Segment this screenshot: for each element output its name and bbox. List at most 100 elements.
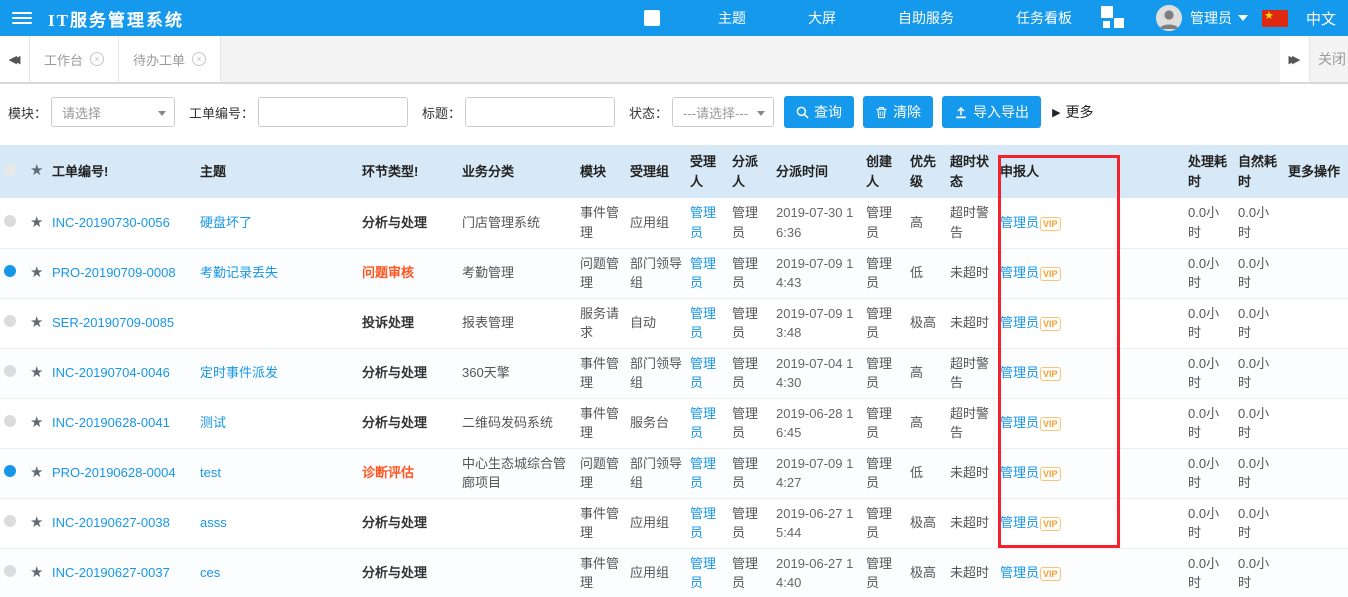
status-select[interactable]: ---请选择--- (672, 97, 774, 127)
header-module[interactable]: 模块 (576, 145, 626, 198)
nav-self-service[interactable]: 自助服务 (898, 8, 954, 28)
reporter-link[interactable]: 管理员 (1000, 315, 1039, 330)
table-row: ★PRO-20190628-0004test诊断评估中心生态城综合管廊项目问题管… (0, 448, 1348, 498)
subject-link[interactable]: 定时事件派发 (200, 365, 278, 380)
reporter-link[interactable]: 管理员 (1000, 515, 1039, 530)
theme-swatch-icon[interactable] (644, 10, 660, 26)
header-natural-time[interactable]: 自然耗时 (1234, 145, 1284, 198)
more-triangle-icon: ▶ (1052, 106, 1060, 119)
order-no-link[interactable]: INC-20190704-0046 (52, 365, 170, 380)
title-input[interactable] (465, 97, 615, 127)
clear-button[interactable]: 清除 (863, 96, 933, 128)
header-spacer (1120, 145, 1184, 198)
star-icon[interactable]: ★ (30, 464, 43, 481)
star-icon[interactable]: ★ (30, 514, 43, 531)
spacer-cell (1120, 198, 1184, 248)
subject-link[interactable]: 考勤记录丢失 (200, 265, 278, 280)
dispatcher-cell: 管理员 (728, 448, 772, 498)
handler-link[interactable]: 管理员 (690, 306, 716, 341)
order-no-link[interactable]: PRO-20190628-0004 (52, 465, 176, 480)
subject-link[interactable]: test (200, 465, 221, 480)
order-no-link[interactable]: INC-20190628-0041 (52, 415, 170, 430)
ticket-table-wrap: ★ 工单编号! 主题 环节类型! 业务分类 模块 受理组 受理人 分派人 分派时… (0, 145, 1348, 597)
handler-link[interactable]: 管理员 (690, 406, 716, 441)
reporter-link[interactable]: 管理员 (1000, 365, 1039, 380)
tabs-scroll-left-icon[interactable]: ◀◀ (0, 36, 30, 82)
header-process-time[interactable]: 处理耗时 (1184, 145, 1234, 198)
orderno-input[interactable] (258, 97, 408, 127)
nav-task-board[interactable]: 任务看板 (1016, 8, 1072, 28)
handler-link[interactable]: 管理员 (690, 205, 716, 240)
more-filters-toggle[interactable]: ▶ 更多 (1052, 102, 1093, 122)
header-dispatcher[interactable]: 分派人 (728, 145, 772, 198)
star-icon[interactable]: ★ (30, 564, 43, 581)
search-button[interactable]: 查询 (784, 96, 854, 128)
priority-cell: 低 (906, 448, 946, 498)
language-switcher[interactable]: 中文 (1306, 8, 1336, 29)
header-link-type[interactable]: 环节类型! (358, 145, 458, 198)
reporter-link[interactable]: 管理员 (1000, 265, 1039, 280)
timeout-status-cell: 超时警告 (946, 398, 996, 448)
header-reporter[interactable]: 申报人 (996, 145, 1120, 198)
header-subject[interactable]: 主题 (196, 145, 358, 198)
star-icon[interactable]: ★ (30, 414, 43, 431)
handler-link[interactable]: 管理员 (690, 356, 716, 391)
header-creator[interactable]: 创建人 (862, 145, 906, 198)
process-time-cell: 0.0小时 (1184, 548, 1234, 597)
tabs-scroll-right-icon[interactable]: ▶▶ (1280, 36, 1310, 82)
layout-grid-icon[interactable] (1100, 5, 1126, 31)
reporter-link[interactable]: 管理员 (1000, 215, 1039, 230)
header-biz-category[interactable]: 业务分类 (458, 145, 576, 198)
select-all-dot[interactable] (4, 164, 16, 176)
header-timeout[interactable]: 超时状态 (946, 145, 996, 198)
reporter-link[interactable]: 管理员 (1000, 565, 1039, 580)
handler-link[interactable]: 管理员 (690, 456, 716, 491)
tab-pending-orders[interactable]: 待办工单 × (119, 36, 221, 82)
user-menu[interactable]: 管理员 (1190, 8, 1248, 28)
star-icon[interactable]: ★ (30, 364, 43, 381)
star-icon[interactable]: ★ (30, 314, 43, 331)
creator-cell: 管理员 (862, 548, 906, 597)
handler-link[interactable]: 管理员 (690, 506, 716, 541)
menu-icon[interactable] (12, 12, 32, 24)
order-no-link[interactable]: INC-20190627-0038 (52, 515, 170, 530)
subject-link[interactable]: asss (200, 515, 227, 530)
header-dispatch-time[interactable]: 分派时间 (772, 145, 862, 198)
flag-icon[interactable]: ★ (1262, 10, 1288, 27)
tab-workbench[interactable]: 工作台 × (30, 36, 119, 82)
subject-link[interactable]: 硬盘坏了 (200, 215, 252, 230)
biz-category-cell: 360天擎 (458, 348, 576, 398)
module-select[interactable]: 请选择 (51, 97, 175, 127)
reporter-link[interactable]: 管理员 (1000, 465, 1039, 480)
avatar[interactable] (1156, 5, 1182, 31)
group-cell: 服务台 (626, 398, 686, 448)
more-ops-cell (1284, 398, 1348, 448)
header-priority[interactable]: 优先级 (906, 145, 946, 198)
header-handler[interactable]: 受理人 (686, 145, 728, 198)
order-no-link[interactable]: PRO-20190709-0008 (52, 265, 176, 280)
nav-theme[interactable]: 主题 (718, 8, 746, 28)
reporter-link[interactable]: 管理员 (1000, 415, 1039, 430)
handler-link[interactable]: 管理员 (690, 556, 716, 591)
close-icon[interactable]: × (192, 52, 206, 66)
dispatcher-cell: 管理员 (728, 398, 772, 448)
handler-link[interactable]: 管理员 (690, 256, 716, 291)
table-row: ★INC-20190627-0038asss分析与处理事件管理应用组管理员管理员… (0, 498, 1348, 548)
order-no-link[interactable]: SER-20190709-0085 (52, 315, 174, 330)
order-no-link[interactable]: INC-20190627-0037 (52, 565, 170, 580)
star-icon[interactable]: ★ (30, 214, 43, 231)
nav-big-screen[interactable]: 大屏 (808, 8, 836, 28)
subject-link[interactable]: 测试 (200, 415, 226, 430)
close-tabs-button[interactable]: 关闭 (1310, 36, 1348, 82)
header-group[interactable]: 受理组 (626, 145, 686, 198)
import-export-button[interactable]: 导入导出 (942, 96, 1041, 128)
close-icon[interactable]: × (90, 52, 104, 66)
subject-link[interactable]: ces (200, 565, 220, 580)
flag-star: ★ (1264, 9, 1274, 22)
vip-badge: VIP (1040, 467, 1061, 481)
order-no-link[interactable]: INC-20190730-0056 (52, 215, 170, 230)
header-order-no[interactable]: 工单编号! (48, 145, 196, 198)
spacer-cell (1120, 398, 1184, 448)
spacer-cell (1120, 348, 1184, 398)
star-icon[interactable]: ★ (30, 264, 43, 281)
